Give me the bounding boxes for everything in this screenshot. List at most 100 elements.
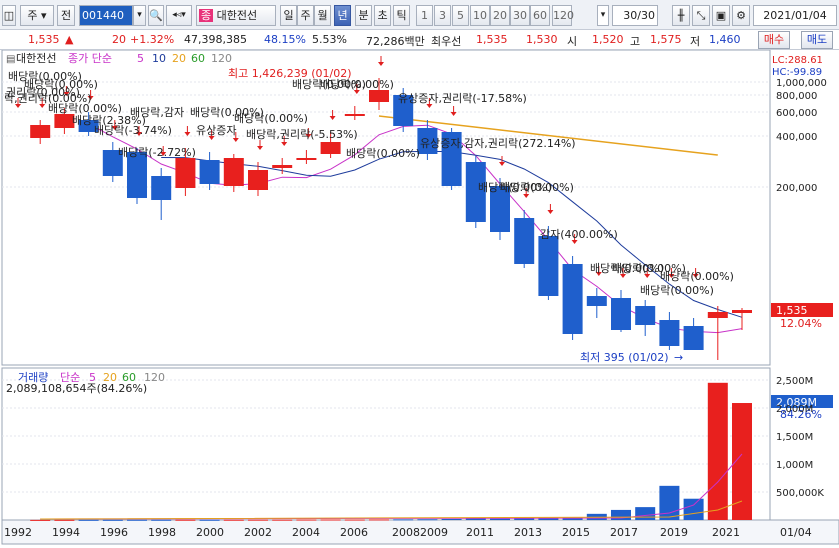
save-icon[interactable]: ▣ [712,5,730,26]
period-button[interactable]: 년 [334,5,351,26]
volume-bar [296,519,317,521]
date-field[interactable]: 2021/01/04 [753,5,837,26]
change-percent: +1.32% [130,33,175,46]
event-annotation: 배당락(-2.72%) [118,146,196,159]
event-annotation: 배당락(0.00%) [660,270,734,283]
best-label: 최우선 [431,35,462,48]
price-change: 20 [112,33,126,46]
candle-body [659,320,680,346]
market-button[interactable]: 전 [57,5,75,26]
x-axis-label: 2013 [514,526,542,539]
candle-body [683,326,704,350]
open-price: 1,520 [592,33,624,46]
candle-body [707,312,728,318]
search-icon[interactable]: 🔍 [148,5,164,26]
trend-icon[interactable]: ⤡ [692,5,710,26]
toolbar: ◫ 주 ▾ 전 001440 ▾ 🔍 ◂◃▾ 종 대한전선 ▾ 30/30 ╫ … [0,0,839,30]
price-tick: 600,000 [776,108,817,119]
volume-bar [102,519,123,521]
turnover-percent: 48.15% [264,33,306,46]
high-label: 고 [630,35,641,48]
open-label: 시 [567,35,578,48]
interval-button[interactable]: 120 [552,5,574,26]
candle-body [732,310,752,313]
volume-bar [369,519,389,521]
candle-body [635,306,656,325]
bid-price: 1,530 [526,33,558,46]
candle-body [272,165,293,168]
low-label: 저 [690,35,701,48]
stock-name-field[interactable]: 종 대한전선 [196,5,276,26]
interval-dropdown-icon[interactable]: ▾ [597,5,609,26]
interval-button[interactable]: 1 [416,5,433,26]
quote-bar: 1,535 ▲ 20 +1.32% 47,398,385 48.15% 5.53… [0,30,839,50]
period-button[interactable]: 분 [355,5,372,26]
chart-area[interactable]: 대한전선 ▤ 종가 단순 5 10 20 60 120 LC:288.61 HC… [0,49,839,545]
interval-button[interactable]: 20 [490,5,510,26]
current-price-label: 1,535 [776,304,808,317]
count-total: /30 [637,9,655,22]
code-dropdown-icon[interactable]: ▾ [133,5,146,26]
volume-bar [248,519,268,521]
stock-type-select[interactable]: 주 ▾ [20,5,54,26]
x-axis-label: 1992 [4,526,32,539]
candle-body [223,158,244,186]
event-annotation: 배당락(0.00%) [500,181,574,194]
candle-body [151,176,172,200]
ask-price: 1,535 [476,33,508,46]
vol-ma-120: 120 [144,371,165,384]
hc-label: HC:-99.89 [772,67,822,78]
volume-bar [635,507,656,520]
stock-code-input[interactable]: 001440 [79,5,133,26]
event-annotation: 배당락(-3.74%) [94,124,172,137]
interval-button[interactable]: 3 [434,5,451,26]
period-button[interactable]: 틱 [393,5,410,26]
interval-button[interactable]: 5 [452,5,469,26]
trade-volume: 47,398,385 [184,33,247,46]
sell-button[interactable]: 매도 [801,31,833,49]
event-annotation: 배당락,권리락(-5.53%) [246,128,358,141]
price-tick: 1,000,000 [776,78,827,89]
volume-bar [30,519,51,521]
price-panel-name: 대한전선 [16,52,56,65]
volume-bar [393,519,414,521]
chart-type-icon[interactable]: ╫ [672,5,690,26]
up-arrow-icon: ▲ [65,33,74,46]
lc-label: LC:288.61 [772,55,823,66]
ma-period-60: 60 [191,52,205,65]
x-axis-label: 2004 [292,526,320,539]
count-value: 30 [623,9,638,22]
chart-menu-icon[interactable]: ◫ [2,5,16,26]
interval-button[interactable]: 30 [510,5,530,26]
x-axis-label: 1996 [100,526,128,539]
volume-bar [659,485,680,520]
settings-icon[interactable]: ⚙ [732,5,750,26]
event-annotation: 배당락(0.00%) [234,112,308,125]
volume-bar [272,519,293,521]
period-button[interactable]: 일 [280,5,297,26]
candle-body [30,125,51,138]
volume-bar [344,519,365,521]
panel-menu-icon[interactable]: ▤ [6,54,15,65]
period-button[interactable]: 주 [297,5,314,26]
candle-body [296,158,317,160]
event-annotation: 배당락(0.00%) [320,78,394,91]
interval-button[interactable]: 60 [530,5,550,26]
ma-period-10: 10 [152,52,166,65]
period-button[interactable]: 월 [314,5,331,26]
stock-name: 대한전선 [216,9,258,22]
x-axis-label: 2008 [392,526,420,539]
volume-tick: 2,500M [776,376,813,387]
volume-tick: 1,000M [776,460,813,471]
period-button[interactable]: 초 [374,5,391,26]
x-axis-label: 2002 [244,526,272,539]
sound-icon[interactable]: ◂◃▾ [166,5,192,26]
volume-bar [320,519,341,521]
buy-button[interactable]: 매수 [758,31,790,49]
interval-button[interactable]: 10 [470,5,490,26]
count-field[interactable]: 30/30 [612,5,658,26]
price-tick: 200,000 [776,183,817,194]
candle-body [199,160,220,184]
stock-chart[interactable]: 대한전선 ▤ 종가 단순 5 10 20 60 120 LC:288.61 HC… [0,49,839,545]
volume-bar [707,382,728,520]
